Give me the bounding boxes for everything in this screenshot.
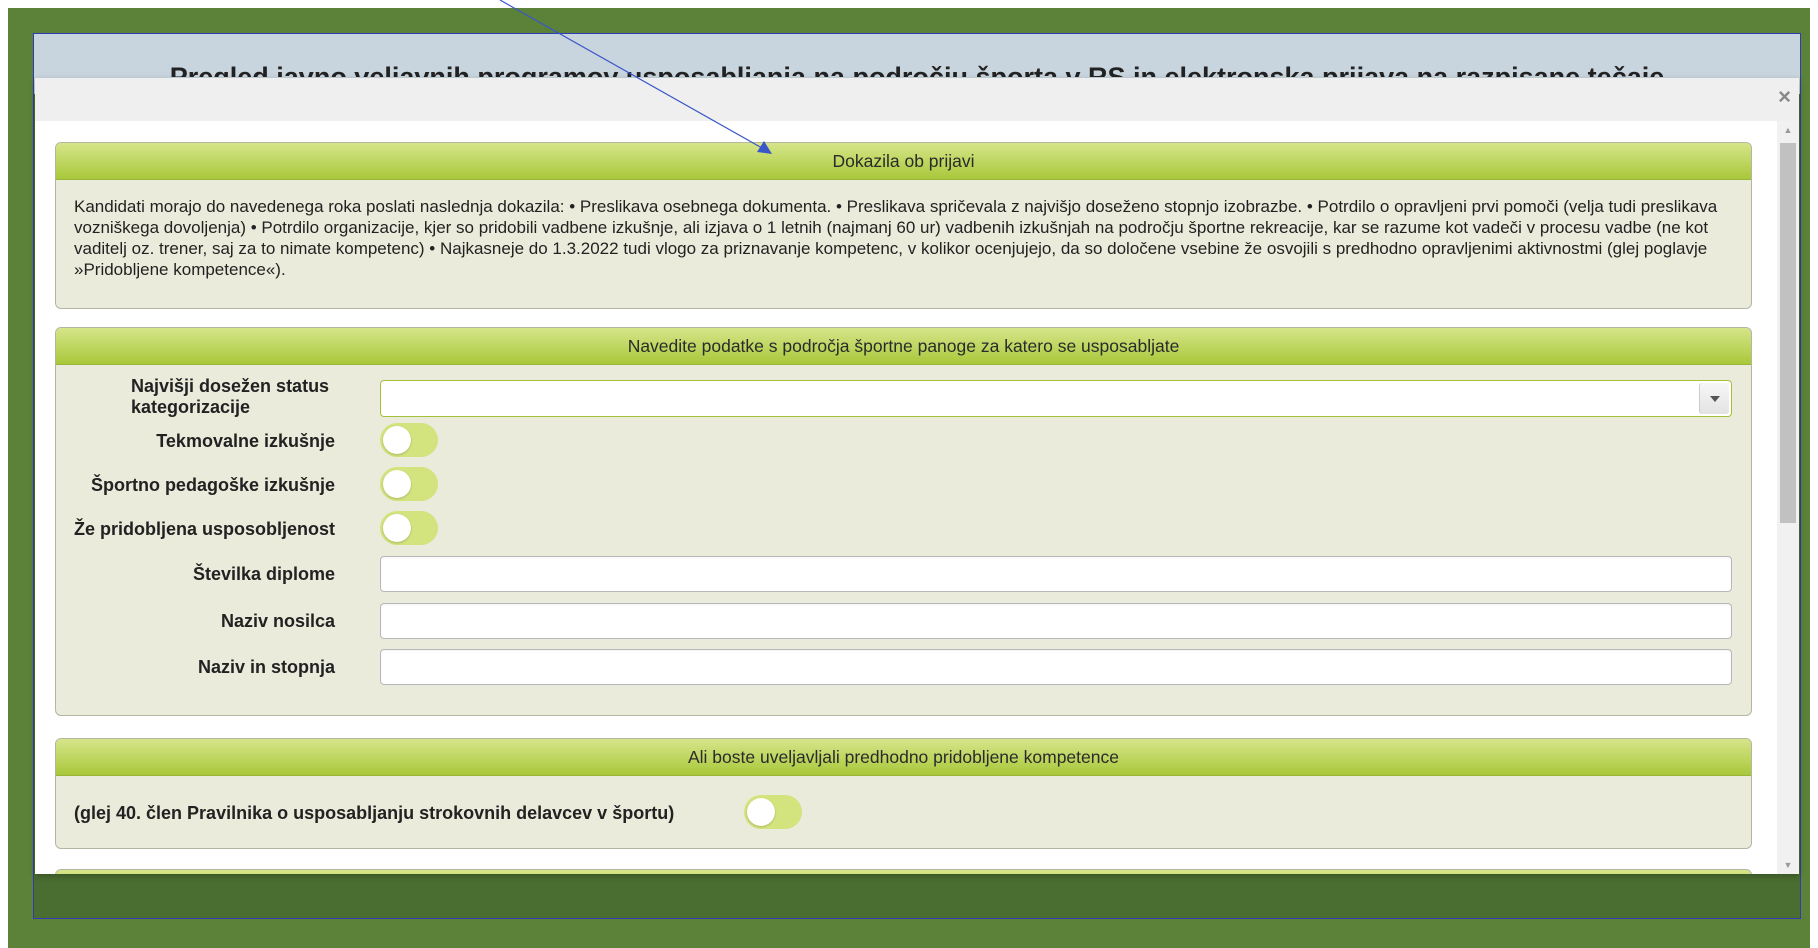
qualification-toggle[interactable]	[380, 511, 438, 545]
status-label: Najvišji dosežen status kategorizacije	[131, 376, 330, 417]
toggle-knob	[383, 470, 411, 498]
sport-panel: Navedite podatke s področja športne pano…	[55, 327, 1752, 716]
holder-label: Naziv nosilca	[220, 611, 335, 631]
pedagogical-row: Športno pedagoške izkušnje	[56, 467, 1751, 503]
scrollbar-thumb[interactable]	[1780, 143, 1796, 523]
select-arrow-button[interactable]	[1699, 383, 1729, 414]
diploma-input[interactable]	[380, 556, 1732, 592]
competences-row: (glej 40. člen Pravilnika o usposabljanj…	[56, 795, 1751, 831]
competitive-label: Tekmovalne izkušnje	[156, 431, 335, 451]
pedagogical-toggle[interactable]	[380, 467, 438, 501]
close-icon[interactable]: ×	[1778, 86, 1791, 108]
competitive-toggle[interactable]	[380, 423, 438, 457]
competences-panel-header: Ali boste uveljavljali predhodno pridobl…	[56, 739, 1751, 776]
sport-panel-header: Navedite podatke s področja športne pano…	[56, 328, 1751, 365]
status-row: Najvišji dosežen status kategorizacije	[56, 376, 1751, 418]
holder-row: Naziv nosilca	[56, 603, 1751, 639]
modal-content: Dokazila ob prijavi Kandidati morajo do …	[35, 121, 1775, 874]
toggle-knob	[383, 426, 411, 454]
competences-label: (glej 40. člen Pravilnika o usposabljanj…	[74, 803, 675, 823]
modal-dialog: × Dokazila ob prijavi Kandidati morajo d…	[35, 78, 1799, 874]
chevron-down-icon	[1710, 396, 1720, 402]
diploma-label: Številka diplome	[192, 564, 335, 584]
title-input[interactable]	[380, 649, 1732, 685]
diploma-row: Številka diplome	[56, 556, 1751, 592]
documents-panel-text: Kandidati morajo do navedenega roka posl…	[74, 197, 1718, 279]
title-label: Naziv in stopnja	[197, 657, 335, 677]
modal-titlebar: ×	[35, 78, 1799, 121]
pedagogical-label: Športno pedagoške izkušnje	[90, 475, 335, 495]
status-select[interactable]	[380, 380, 1732, 417]
competences-panel: Ali boste uveljavljali predhodno pridobl…	[55, 738, 1752, 849]
title-row: Naziv in stopnja	[56, 649, 1751, 685]
modal-scrollbar[interactable]: ▲ ▼	[1777, 121, 1799, 874]
background-page-title: Pregled javno veljavnih programov usposa…	[169, 62, 1665, 77]
competitive-row: Tekmovalne izkušnje	[56, 423, 1751, 459]
qualification-label: Že pridobljena usposobljenost	[73, 519, 335, 539]
next-panel	[55, 869, 1752, 874]
qualification-row: Že pridobljena usposobljenost	[56, 511, 1751, 547]
documents-panel-header: Dokazila ob prijavi	[56, 143, 1751, 180]
documents-panel: Dokazila ob prijavi Kandidati morajo do …	[55, 142, 1752, 309]
scroll-up-icon[interactable]: ▲	[1777, 121, 1799, 139]
scroll-down-icon[interactable]: ▼	[1777, 856, 1799, 874]
competences-toggle[interactable]	[744, 795, 802, 829]
next-panel-header	[56, 870, 1751, 874]
toggle-knob	[747, 798, 775, 826]
holder-input[interactable]	[380, 603, 1732, 639]
toggle-knob	[383, 514, 411, 542]
